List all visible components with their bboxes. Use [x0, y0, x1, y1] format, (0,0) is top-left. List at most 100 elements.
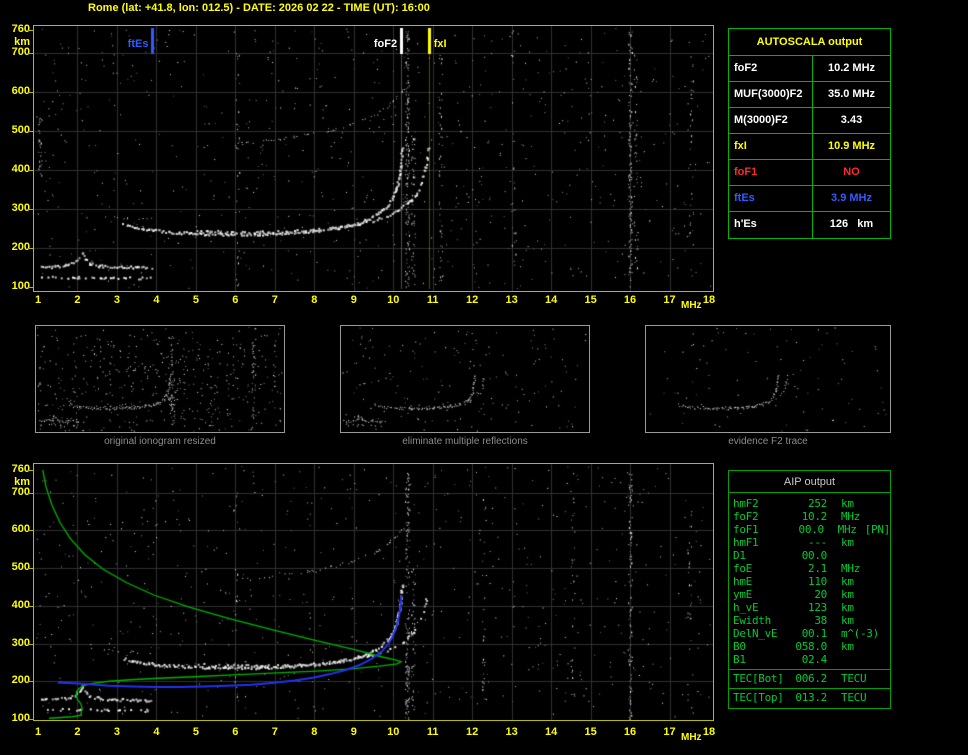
- x-tick-label: 8: [311, 294, 318, 306]
- x-tick-label: 13: [505, 726, 518, 738]
- y-tick-label: 200: [11, 674, 30, 687]
- x-tick-label: 4: [153, 294, 160, 306]
- aip-param-name: B1: [733, 653, 746, 666]
- y-tick-mark: [28, 643, 33, 645]
- y-tick-label: 300: [11, 636, 30, 649]
- x-tick-label: 7: [271, 294, 278, 306]
- aip-param-tag: [869, 562, 890, 575]
- aip-param-unit: km: [841, 497, 854, 510]
- autoscala-row-foF1: foF1 NO: [729, 160, 890, 186]
- x-tick-label: 4: [153, 726, 160, 738]
- y-tick-label: 700: [11, 46, 30, 59]
- aip-param-unit: km: [841, 575, 854, 588]
- aip-param-name: hmF2: [733, 497, 759, 510]
- x-tick-label: 12: [466, 294, 479, 306]
- y-tick-mark: [28, 530, 33, 532]
- y-tick-mark: [28, 131, 33, 133]
- aip-param-value: 10.2: [801, 510, 828, 523]
- aip-row-foE: foE 2.1 MHz: [729, 562, 890, 575]
- y-tick-label: 100: [11, 280, 30, 292]
- aip-param-name: foE: [733, 562, 752, 575]
- aip-param-tag: [869, 497, 890, 510]
- autoscala-param-value: 10.2 MHz: [827, 62, 876, 74]
- autoscala-param-label: foF1: [729, 160, 813, 185]
- x-tick-label: 16: [623, 726, 637, 738]
- aip-param-value: 20: [814, 588, 827, 601]
- aip-row-TEC[Bot]: TEC[Bot] 006.2 TECU: [729, 669, 890, 685]
- aip-param-name: B0: [733, 640, 746, 653]
- aip-param-value: 058.0: [795, 640, 827, 653]
- x-tick-label: 9: [350, 726, 357, 738]
- x-tick-label: 8: [311, 726, 318, 738]
- aip-param-value: 2.1: [808, 562, 827, 575]
- aip-param-tag: [869, 588, 890, 601]
- y-tick-label: 400: [11, 163, 30, 176]
- aip-param-unit: TECU: [841, 691, 867, 704]
- autoscala-param-value: 3.9 MHz: [831, 192, 872, 204]
- y-tick-mark: [28, 29, 33, 31]
- y-tick-label: 500: [11, 561, 30, 574]
- aip-param-name: D1: [733, 549, 746, 562]
- aip-row-B1: B1 02.4: [729, 653, 890, 666]
- x-tick-label: 16: [623, 294, 637, 306]
- x-tick-label: 11: [426, 294, 439, 306]
- aip-row-DelN_vE: DelN_vE 00.1 m^(-3): [729, 627, 890, 640]
- x-tick-label: 18: [702, 294, 716, 306]
- x-tick-label: 7: [271, 726, 278, 738]
- aip-param-tag: [869, 627, 890, 640]
- x-tick-label: 6: [232, 294, 239, 306]
- x-tick-label: 3: [113, 294, 120, 306]
- autoscala-param-value: 10.9 MHz: [827, 140, 876, 152]
- aip-row-h_vE: h_vE 123 km: [729, 601, 890, 614]
- window-title: Rome (lat: +41.8, lon: 012.5) - DATE: 20…: [88, 2, 430, 14]
- aip-param-value: 00.0: [801, 549, 828, 562]
- aip-output-table: AIP output hmF2 252 km foF2 10.2 MHz foF1 00.0 M…: [728, 470, 891, 709]
- x-tick-label: 17: [663, 294, 676, 306]
- autoscala-row-ftEs: ftEs 3.9 MHz: [729, 186, 890, 212]
- y-tick-mark: [28, 92, 33, 94]
- aip-param-value: 00.1: [801, 627, 828, 640]
- aip-param-unit: TECU: [841, 672, 867, 685]
- aip-row-TEC[Top]: TEC[Top] 013.2 TECU: [729, 688, 890, 704]
- aip-param-name: hmE: [733, 575, 752, 588]
- x-tick-label: 10: [387, 294, 400, 306]
- thumbnail-caption-eliminate: eliminate multiple reflections: [402, 436, 528, 447]
- y-tick-label: 760: [11, 22, 30, 35]
- x-tick-label: 18: [702, 726, 716, 738]
- aip-row-hmF2: hmF2 252 km: [729, 497, 890, 510]
- aip-param-value: 013.2: [795, 691, 827, 704]
- autoscala-window: { "header": { "title": "Rome (lat: +41.8…: [0, 0, 968, 755]
- x-tick-label: 3: [113, 726, 120, 738]
- aip-row-hmE: hmE 110 km: [729, 575, 890, 588]
- aip-param-tag: [869, 640, 890, 653]
- thumbnail-caption-evidence: evidence F2 trace: [728, 436, 808, 447]
- y-tick-label: 600: [11, 523, 30, 536]
- x-tick-label: 13: [505, 294, 518, 306]
- autoscala-row-MUF(3000)F2: MUF(3000)F2 35.0 MHz: [729, 82, 890, 108]
- aip-param-name: hmF1: [733, 536, 759, 549]
- aip-param-value: 110: [808, 575, 827, 588]
- aip-row-ymE: ymE 20 km: [729, 588, 890, 601]
- aip-row-foF2: foF2 10.2 MHz: [729, 510, 890, 523]
- thumbnail-original-ionogram: [35, 325, 285, 433]
- thumbnail-eliminate-reflections: [340, 325, 590, 433]
- aip-row-foF1: foF1 00.0 MHz [PN]: [729, 523, 890, 536]
- x-tick-label: 10: [387, 726, 400, 738]
- autoscala-param-label: foF2: [729, 56, 813, 81]
- y-tick-label: 400: [11, 598, 30, 611]
- aip-param-value: 123: [808, 601, 827, 614]
- aip-rows: hmF2 252 km foF2 10.2 MHz foF1 00.0 MHz [PN] hmF1 -…: [729, 497, 890, 704]
- aip-param-value: 38: [814, 614, 827, 627]
- x-tick-label: 1: [34, 726, 42, 738]
- x-tick-label: 2: [74, 726, 81, 738]
- x-tick-label: 9: [350, 294, 357, 306]
- y-tick-mark: [28, 469, 33, 471]
- aip-param-tag: [869, 614, 890, 627]
- y-tick-mark: [28, 170, 33, 172]
- aip-param-tag: [869, 536, 890, 549]
- y-tick-mark: [28, 681, 33, 683]
- aip-param-name: TEC[Top]: [733, 691, 784, 704]
- aip-param-unit: km: [841, 640, 854, 653]
- aip-param-unit: m^(-3): [841, 627, 879, 640]
- aip-param-tag: [869, 510, 890, 523]
